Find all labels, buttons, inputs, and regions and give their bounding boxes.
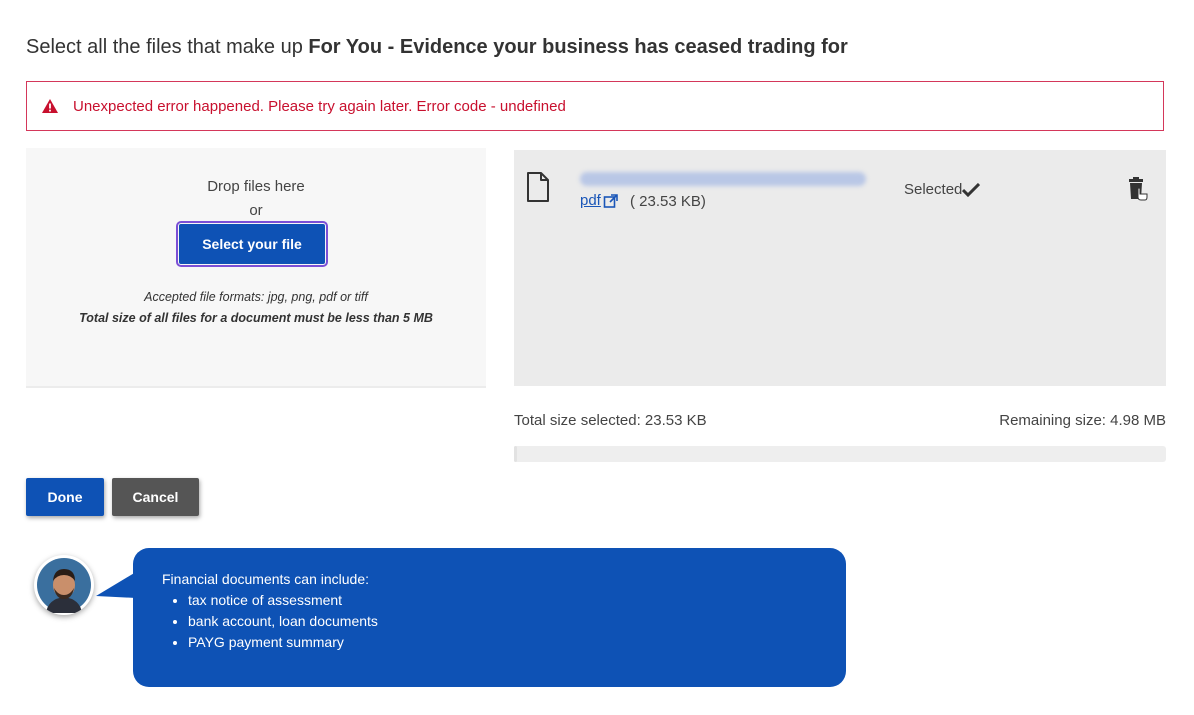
done-button[interactable]: Done [26, 478, 104, 516]
external-link-icon [603, 193, 618, 208]
tooltip-item: PAYG payment summary [188, 632, 378, 653]
selected-files-panel: pdf ( 23.53 KB) Selected [514, 150, 1166, 386]
drop-files-text: Drop files here [207, 178, 305, 195]
accepted-formats-text: Accepted file formats: jpg, png, pdf or … [144, 290, 368, 304]
error-alert: Unexpected error happened. Please try ag… [26, 81, 1164, 131]
selected-status: Selected [904, 181, 981, 198]
file-dropzone[interactable]: Drop files here or Select your file Acce… [26, 148, 486, 388]
warning-icon [42, 99, 58, 113]
file-icon [527, 172, 549, 202]
heading-prefix: Select all the files that make up [26, 36, 309, 58]
assistant-avatar [34, 555, 94, 615]
tooltip-list: tax notice of assessment bank account, l… [162, 590, 378, 653]
tooltip-tail [96, 572, 136, 598]
cancel-button[interactable]: Cancel [112, 478, 199, 516]
help-tooltip: Financial documents can include: tax not… [133, 548, 846, 687]
file-size: ( 23.53 KB) [630, 193, 706, 210]
checkmark-icon [962, 182, 981, 197]
remaining-size: Remaining size: 4.98 MB [999, 412, 1166, 429]
size-limit-text: Total size of all files for a document m… [79, 311, 433, 325]
tooltip-title: Financial documents can include: [162, 571, 370, 587]
file-open-link[interactable]: pdf [580, 192, 619, 209]
select-file-button[interactable]: Select your file [176, 221, 328, 267]
file-link-label: pdf [580, 192, 601, 209]
tooltip-item: tax notice of assessment [188, 590, 378, 611]
heading-document-name: For You - Evidence your business has cea… [308, 36, 848, 58]
page-heading: Select all the files that make up For Yo… [26, 36, 1166, 59]
size-usage-fill [514, 446, 517, 462]
or-text: or [249, 202, 263, 219]
delete-file-icon[interactable] [1126, 177, 1148, 203]
total-size-selected: Total size selected: 23.53 KB [514, 412, 707, 429]
avatar-portrait [37, 558, 91, 613]
tooltip-item: bank account, loan documents [188, 611, 378, 632]
error-message: Unexpected error happened. Please try ag… [73, 97, 566, 115]
selected-status-label: Selected [904, 181, 963, 198]
file-name-redacted[interactable] [580, 172, 866, 186]
size-usage-bar [514, 446, 1166, 462]
